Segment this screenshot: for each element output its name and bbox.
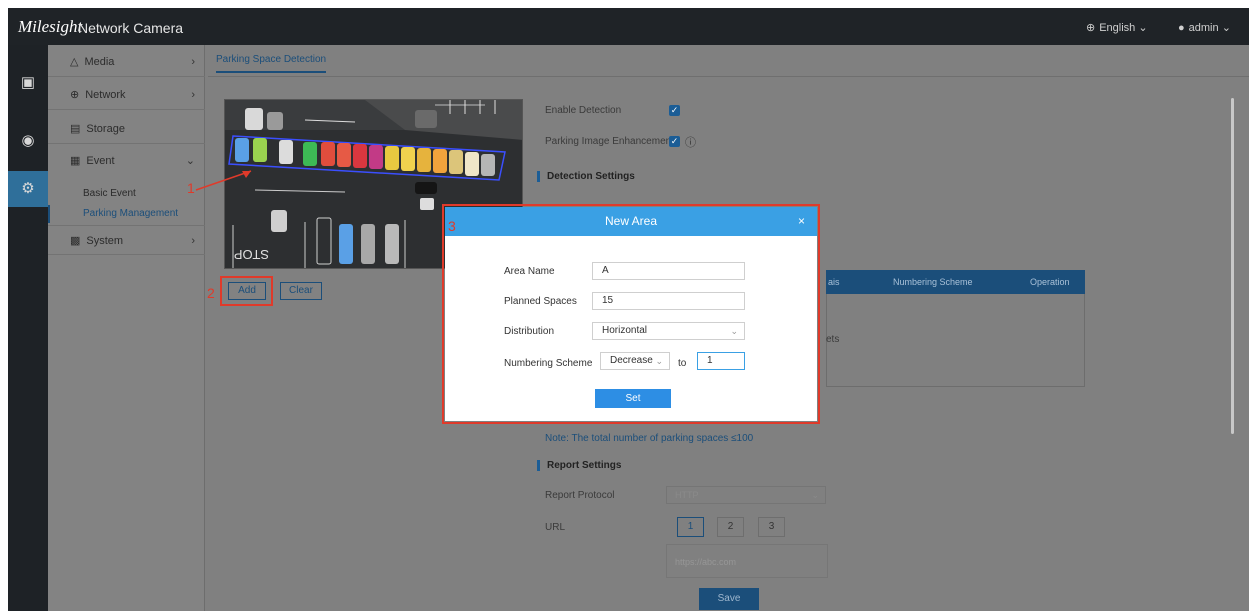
storage-icon: ▤	[70, 123, 81, 135]
live-view-icon[interactable]: ▣	[8, 65, 48, 101]
clear-button[interactable]: Clear	[280, 282, 322, 300]
detection-settings-title: Detection Settings	[537, 171, 635, 182]
annotation-number-1: 1	[187, 180, 195, 196]
url-tab-2[interactable]: 2	[717, 517, 744, 537]
media-icon: △	[70, 56, 79, 68]
settings-nav: △ Media › ⊕ Network › ▤ Storage ▦ Event ⌄ Basic…	[48, 45, 205, 611]
nav-item-system[interactable]: ▩ System ›	[48, 225, 205, 255]
parking-limit-note: Note: The total number of parking spaces…	[545, 433, 754, 444]
url-tab-1[interactable]: 1	[677, 517, 704, 537]
user-menu[interactable]: ● admin ⌄	[1178, 21, 1231, 34]
nav-item-media[interactable]: △ Media ›	[48, 47, 205, 77]
planned-spaces-input[interactable]: 15	[592, 292, 745, 310]
system-icon: ▩	[70, 235, 81, 247]
nav-sub-basic-event[interactable]: Basic Event	[48, 185, 205, 203]
annotation-number-3: 3	[448, 218, 456, 234]
report-settings-title: Report Settings	[537, 460, 621, 471]
report-protocol-value: HTTP	[675, 490, 699, 500]
brand-logo: Milesight	[18, 17, 83, 36]
chevron-down-icon: ⌄	[1138, 22, 1148, 34]
scrollbar[interactable]	[1231, 98, 1234, 434]
distribution-value: Horizontal	[602, 325, 648, 336]
chevron-down-icon: ⌄	[655, 356, 663, 366]
nav-item-event[interactable]: ▦ Event ⌄	[48, 146, 205, 176]
language-selector[interactable]: ⊕ English ⌄	[1086, 21, 1148, 34]
area-name-label: Area Name	[504, 266, 555, 277]
network-icon: ⊕	[70, 89, 80, 101]
to-label: to	[678, 358, 687, 369]
url-label: URL	[545, 522, 566, 533]
distribution-select[interactable]: Horizontal ⌄	[592, 322, 745, 340]
chevron-down-icon: ⌄	[730, 326, 738, 336]
new-area-dialog: New Area × Area Name A Planned Spaces 15…	[445, 207, 817, 421]
language-label: English	[1099, 22, 1136, 34]
area-name-input[interactable]: A	[592, 262, 745, 280]
table-cell-partial: ets	[826, 334, 840, 345]
nav-item-storage[interactable]: ▤ Storage	[48, 114, 205, 144]
chevron-right-icon: ›	[191, 235, 195, 247]
annotation-number-2: 2	[207, 285, 215, 301]
set-button[interactable]: Set	[595, 389, 671, 408]
chevron-down-icon: ⌄	[1221, 22, 1231, 34]
save-button[interactable]: Save	[699, 588, 759, 610]
event-icon: ▦	[70, 155, 81, 167]
column-header-partial: ais	[828, 277, 840, 287]
url-tab-3[interactable]: 3	[758, 517, 785, 537]
enhancement-checkbox[interactable]: ✓	[669, 136, 680, 147]
enhancement-label: Parking Image Enhancement	[545, 136, 674, 147]
nav-item-network[interactable]: ⊕ Network ›	[48, 80, 205, 110]
chevron-down-icon: ⌄	[811, 490, 819, 500]
product-name: Network Camera	[78, 20, 184, 36]
nav-label: Media	[84, 56, 115, 68]
nav-sub-parking-management[interactable]: Parking Management	[48, 205, 205, 223]
globe-icon: ⊕	[1086, 22, 1096, 34]
chevron-right-icon: ›	[191, 89, 195, 101]
annotation-arrow	[195, 170, 252, 191]
settings-icon[interactable]: ⚙	[8, 171, 48, 207]
start-number-input[interactable]: 1	[697, 352, 745, 370]
report-protocol-label: Report Protocol	[545, 490, 615, 501]
close-icon[interactable]: ×	[798, 207, 805, 236]
planned-spaces-label: Planned Spaces	[504, 296, 577, 307]
info-icon[interactable]: ⓘ	[685, 134, 696, 150]
url-input[interactable]: https://abc.com	[666, 544, 828, 578]
user-icon: ●	[1178, 22, 1185, 34]
nav-label: Network	[85, 89, 126, 101]
nav-label: Event	[86, 155, 115, 167]
user-name: admin	[1188, 22, 1219, 34]
tab-divider	[208, 76, 1249, 77]
numbering-scheme-select[interactable]: Decrease ⌄	[600, 352, 670, 370]
nav-label: Storage	[86, 123, 125, 135]
dialog-header: New Area ×	[445, 207, 817, 236]
column-header-numbering: Numbering Scheme	[893, 277, 973, 287]
chevron-right-icon: ›	[191, 56, 195, 68]
report-protocol-select[interactable]: HTTP ⌄	[666, 486, 826, 504]
playback-icon[interactable]: ◉	[8, 123, 48, 159]
icon-rail: ▣ ◉ ⚙	[8, 45, 48, 611]
tab-parking-space-detection[interactable]: Parking Space Detection	[216, 54, 327, 73]
top-bar: Milesight Network Camera ⊕ English ⌄ ● adm…	[8, 8, 1249, 45]
distribution-label: Distribution	[504, 326, 555, 337]
enable-detection-checkbox[interactable]: ✓	[669, 105, 680, 116]
numbering-scheme-label: Numbering Scheme	[504, 358, 593, 369]
add-button[interactable]: Add	[228, 282, 266, 300]
area-table-header: ais Numbering Scheme Operation	[826, 270, 1085, 294]
column-header-operation: Operation	[1030, 277, 1070, 287]
stop-road-marking: STOP	[234, 247, 269, 262]
enable-detection-label: Enable Detection	[545, 105, 622, 116]
app-window: Milesight Network Camera ⊕ English ⌄ ● adm…	[8, 8, 1249, 611]
dialog-title: New Area	[604, 214, 658, 228]
nav-label: System	[86, 235, 124, 247]
numbering-scheme-value: Decrease	[610, 355, 653, 366]
